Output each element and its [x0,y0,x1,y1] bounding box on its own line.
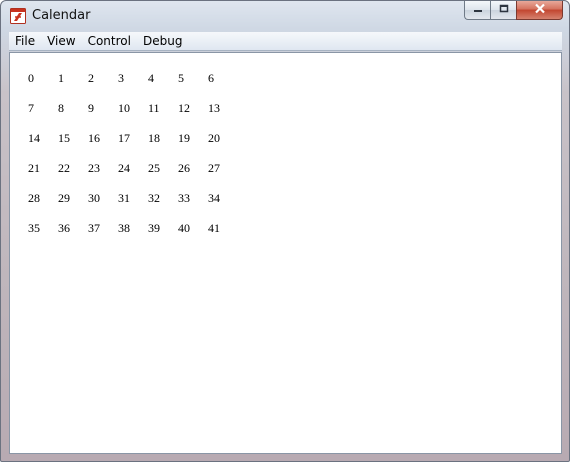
grid-cell: 1 [58,71,64,85]
grid-cell: 22 [58,161,70,175]
menu-control[interactable]: Control [82,32,137,51]
grid-cell: 24 [118,161,130,175]
grid-cell: 29 [58,191,70,205]
grid-cell: 16 [88,131,100,145]
close-icon [534,1,546,19]
grid-cell: 27 [208,161,220,175]
grid-cell: 8 [58,101,64,115]
grid-cell: 39 [148,221,160,235]
grid-cell: 30 [88,191,100,205]
grid-cell: 37 [88,221,100,235]
grid-cell: 41 [208,221,220,235]
grid-cell: 4 [148,71,154,85]
menu-view[interactable]: View [41,32,81,51]
grid-cell: 2 [88,71,94,85]
grid-cell: 5 [178,71,184,85]
calendar-window: Calendar File View Control Debug 0 1 2 3… [0,0,570,462]
caption-buttons [464,1,563,21]
grid-cell: 23 [88,161,100,175]
close-button[interactable] [516,1,563,20]
grid-cell: 14 [28,131,40,145]
grid-cell: 19 [178,131,190,145]
grid-cell: 18 [148,131,160,145]
maximize-button[interactable] [490,1,516,20]
grid-cell: 34 [208,191,220,205]
grid-cell: 32 [148,191,160,205]
maximize-icon [499,1,509,19]
grid-cell: 17 [118,131,130,145]
grid-cell: 33 [178,191,190,205]
grid-cell: 12 [178,101,190,115]
grid-cell: 3 [118,71,124,85]
grid-cell: 7 [28,101,34,115]
minimize-button[interactable] [464,1,490,20]
grid-cell: 36 [58,221,70,235]
minimize-icon [473,1,483,19]
grid-cell: 35 [28,221,40,235]
grid-cell: 26 [178,161,190,175]
menu-file[interactable]: File [9,32,41,51]
grid-cell: 38 [118,221,130,235]
flash-app-icon [10,8,26,24]
grid-cell: 21 [28,161,40,175]
grid-cell: 10 [118,101,130,115]
grid-cell: 9 [88,101,94,115]
title-bar[interactable]: Calendar [1,1,569,32]
content-area: 0 1 2 3 4 5 6 7 8 9 10 11 12 13 14 15 16 17 18 19 20 21 22 23 24… [9,52,562,454]
grid-cell: 28 [28,191,40,205]
menu-debug[interactable]: Debug [137,32,188,51]
grid-cell: 15 [58,131,70,145]
grid-cell: 31 [118,191,130,205]
window-title: Calendar [32,8,91,23]
grid-cell: 40 [178,221,190,235]
menu-bar: File View Control Debug [9,32,562,51]
grid-cell: 13 [208,101,220,115]
grid-cell: 25 [148,161,160,175]
grid-cell: 6 [208,71,214,85]
grid-cell: 0 [28,71,34,85]
grid-cell: 11 [148,101,160,115]
grid-cell: 20 [208,131,220,145]
